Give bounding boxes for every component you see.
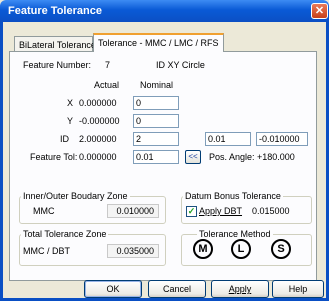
copy-tolerance-button[interactable]: << (185, 150, 201, 164)
id-label: ID (60, 134, 69, 144)
lmc-method-icon[interactable]: L (231, 239, 251, 259)
feature-tol-actual: 0.000000 (79, 152, 117, 162)
apply-dbt-label[interactable]: Apply DBT (199, 206, 242, 216)
x-actual: 0.000000 (79, 98, 117, 108)
nominal-header: Nominal (140, 80, 174, 90)
y-nominal-input[interactable]: 0 (133, 114, 179, 128)
mmc-label: MMC (33, 206, 55, 216)
mmc-dbt-label: MMC / DBT (23, 246, 70, 256)
tab-tolerance-mmc-lmc-rfs[interactable]: Tolerance - MMC / LMC / RFS (93, 33, 224, 52)
id-actual: 2.000000 (79, 134, 117, 144)
datum-bonus-value: 0.015000 (252, 206, 290, 216)
help-button[interactable]: Help (272, 280, 324, 298)
window-title: Feature Tolerance (8, 5, 102, 17)
feature-number-value: 7 (105, 60, 111, 70)
pos-angle-value: +180.000 (257, 152, 295, 162)
feature-number-label: Feature Number: (23, 60, 92, 70)
apply-button[interactable]: Apply (211, 280, 269, 298)
actual-header: Actual (94, 80, 120, 90)
pos-angle-label: Pos. Angle: (209, 152, 255, 162)
mmc-method-icon[interactable]: M (193, 239, 213, 259)
x-nominal-input[interactable]: 0 (133, 96, 179, 110)
total-zone-value: 0.035000 (107, 244, 159, 258)
window-frame-left (0, 22, 3, 301)
mmc-value: 0.010000 (107, 204, 159, 218)
y-actual: -0.000000 (79, 116, 120, 126)
apply-dbt-checkbox[interactable]: ✓ (186, 206, 197, 217)
datum-bonus-title: Datum Bonus Tolerance (183, 191, 283, 201)
inner-outer-zone-title: Inner/Outer Boudary Zone (21, 191, 130, 201)
feature-name: ID XY Circle (156, 60, 205, 70)
feature-tol-label: Feature Tol: (30, 152, 78, 162)
x-label: X (67, 98, 74, 108)
id-nominal-input[interactable]: 2 (133, 132, 179, 146)
id-lower-tol-input[interactable]: -0.010000 (256, 132, 308, 146)
cancel-button[interactable]: Cancel (148, 280, 206, 298)
rfs-method-icon[interactable]: S (271, 239, 291, 259)
y-label: Y (67, 116, 74, 126)
tolerance-method-title: Tolerance Method (197, 229, 273, 239)
id-upper-tol-input[interactable]: 0.01 (205, 132, 251, 146)
ok-button[interactable]: OK (84, 280, 142, 298)
tab-bilateral-tolerance[interactable]: BiLateral Tolerance (14, 36, 96, 52)
feature-tol-input[interactable]: 0.01 (133, 150, 179, 164)
close-button[interactable]: ✕ (311, 3, 328, 19)
total-zone-title: Total Tolerance Zone (21, 229, 109, 239)
